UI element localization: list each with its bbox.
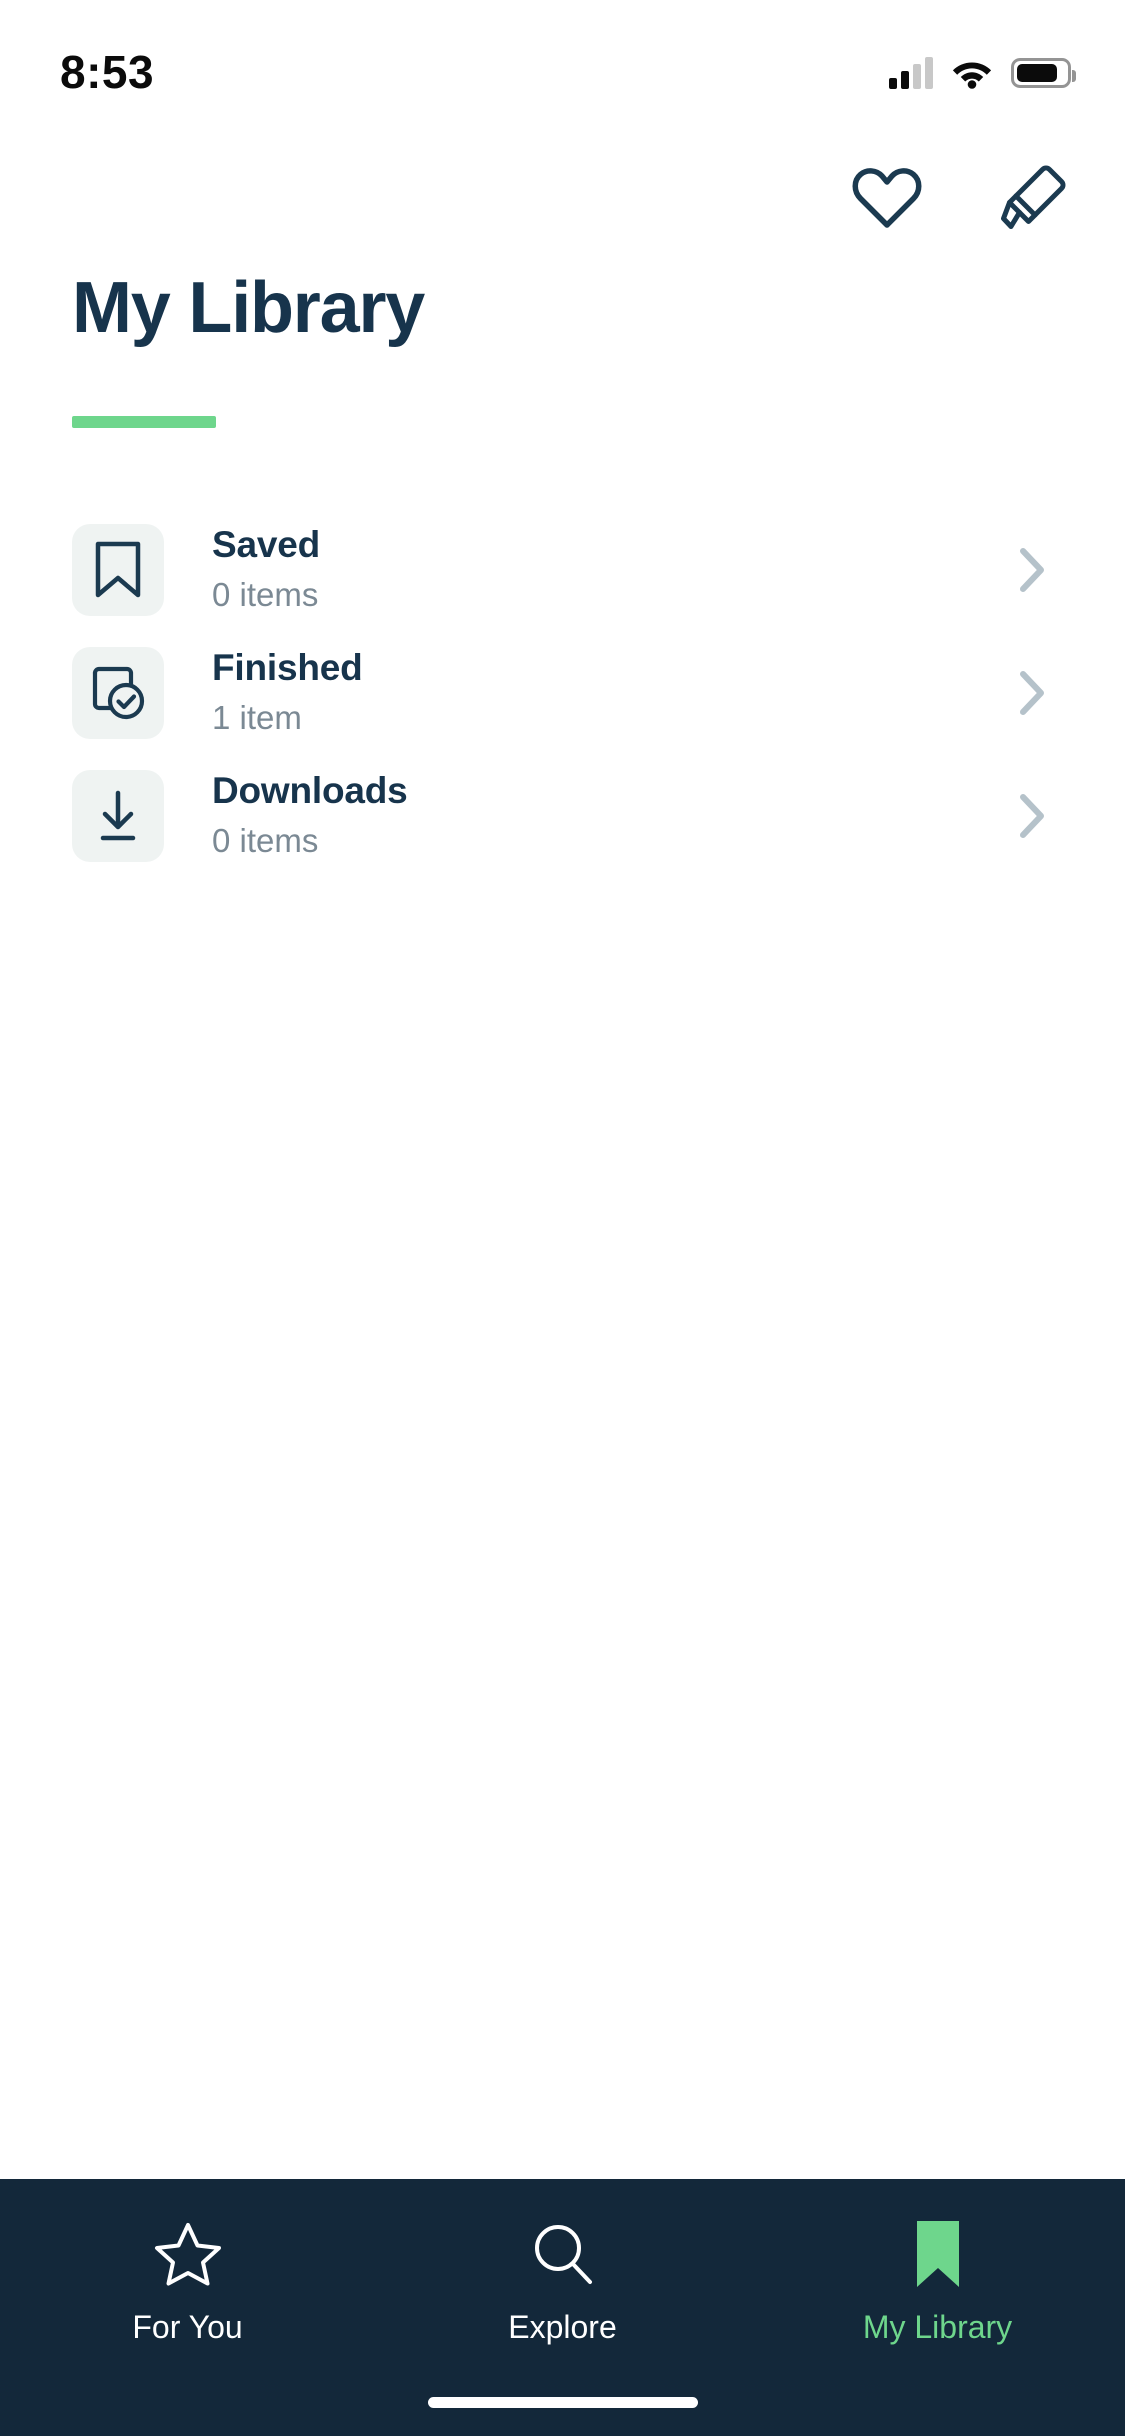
tab-my-library[interactable]: My Library (750, 2217, 1125, 2343)
cellular-signal-icon (889, 57, 933, 89)
app-screen: 8:53 My Library Saved 0 items Finished 1… (0, 0, 1125, 2436)
row-count: 0 items (212, 575, 319, 613)
title-accent-underline (72, 416, 216, 428)
tab-icon-wrap (530, 2217, 596, 2291)
status-time: 8:53 (60, 46, 155, 98)
favorites-button[interactable] (839, 150, 935, 246)
tab-for-you[interactable]: For You (0, 2217, 375, 2343)
row-text: Downloads 0 items (212, 770, 1011, 860)
bottom-tab-bar: For You Explore My Library (0, 2179, 1125, 2436)
heart-icon (852, 168, 922, 228)
library-list: Saved 0 items Finished 1 item Downloads … (0, 508, 1125, 877)
row-icon-tile (72, 769, 164, 862)
bookmark-filled-icon (916, 2221, 959, 2287)
download-icon (100, 790, 136, 840)
highlighter-icon (1001, 165, 1066, 229)
battery-icon (1011, 58, 1076, 88)
document-check-icon (92, 666, 145, 719)
page-title: My Library (72, 268, 425, 348)
tab-label: My Library (862, 2309, 1013, 2345)
wifi-icon (952, 62, 992, 89)
bookmark-icon (95, 541, 141, 597)
status-bar: 8:53 (0, 0, 1125, 132)
tab-label: For You (132, 2309, 243, 2345)
row-count: 0 items (212, 821, 319, 859)
row-title: Downloads (212, 770, 408, 812)
tab-label: Explore (508, 2309, 617, 2345)
row-title: Finished (212, 647, 363, 689)
highlights-button[interactable] (985, 150, 1081, 246)
home-indicator (427, 2397, 698, 2408)
row-text: Finished 1 item (212, 647, 1011, 737)
tab-icon-wrap (154, 2217, 222, 2291)
search-icon (534, 2225, 592, 2284)
row-title: Saved (212, 524, 321, 566)
tab-explore[interactable]: Explore (375, 2217, 750, 2343)
tab-icon-wrap (912, 2217, 964, 2291)
row-count: 1 item (212, 698, 302, 736)
row-icon-tile (72, 523, 164, 616)
row-icon-tile (72, 646, 164, 739)
chevron-right-icon[interactable] (1011, 793, 1055, 838)
library-row-downloads[interactable]: Downloads 0 items (0, 754, 1125, 877)
row-text: Saved 0 items (212, 524, 1011, 614)
status-indicators (889, 57, 1076, 89)
chevron-right-icon[interactable] (1011, 670, 1055, 715)
star-icon (154, 2223, 221, 2286)
header-actions (839, 150, 1081, 246)
library-row-finished[interactable]: Finished 1 item (0, 631, 1125, 754)
chevron-right-icon[interactable] (1011, 547, 1055, 592)
library-row-saved[interactable]: Saved 0 items (0, 508, 1125, 631)
